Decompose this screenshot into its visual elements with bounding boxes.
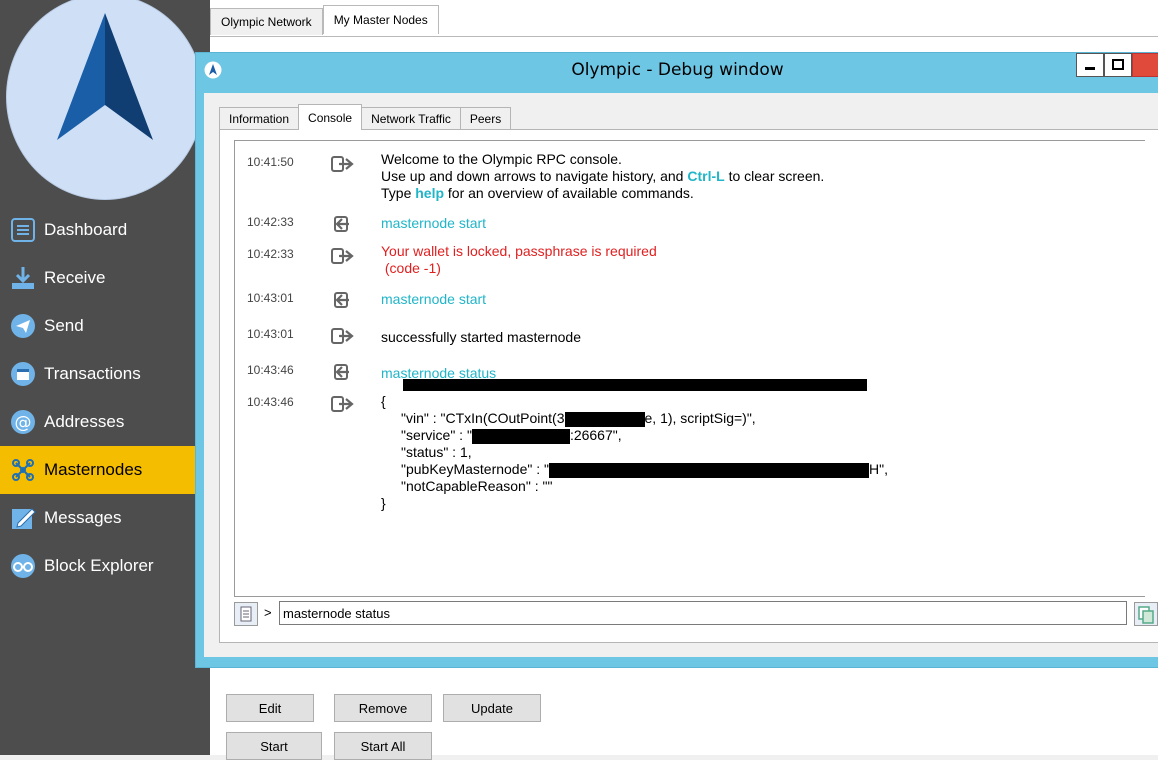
reply-arrow-icon (331, 156, 354, 172)
debug-window: Olympic - Debug window Information Conso… (195, 52, 1158, 668)
copy-icon[interactable] (1134, 602, 1158, 626)
console-output[interactable]: 10:41:50 Welcome to the Olympic RPC cons… (234, 140, 1145, 597)
sidebar-item-label: Addresses (44, 412, 125, 431)
reply-arrow-icon (331, 396, 354, 412)
entry-message: masternode start (381, 215, 487, 231)
entry-time: 10:42:33 (247, 215, 294, 229)
json-open: { (381, 393, 386, 409)
json-service: "service" : ":26667", (401, 427, 622, 444)
entry-message: { "vin" : "CTxIn(COutPoint(3 e, 1), scrip… (381, 393, 1081, 512)
redaction-bar (471, 428, 570, 444)
tab-information[interactable]: Information (219, 107, 300, 130)
sidebar-item-label: Messages (44, 508, 122, 527)
edit-button[interactable]: Edit (226, 694, 314, 722)
addresses-icon: @ (8, 407, 38, 437)
sidebar-item-label: Block Explorer (44, 556, 154, 575)
send-icon (8, 311, 38, 341)
entry-message: successfully started masternode (381, 329, 581, 345)
console-command-input[interactable] (279, 601, 1127, 625)
entry-time: 10:43:01 (247, 327, 294, 341)
masternodes-icon (8, 455, 38, 485)
dashboard-icon (8, 215, 38, 245)
sidebar: Dashboard Receive Send Transactions @ Ad… (0, 0, 210, 755)
console-input-bar: > (234, 600, 1158, 626)
sidebar-item-masternodes[interactable]: Masternodes (0, 446, 210, 494)
sidebar-item-label: Dashboard (44, 220, 128, 239)
entry-time: 10:41:50 (247, 155, 294, 169)
entry-time: 10:43:46 (247, 395, 294, 409)
sidebar-item-label: Masternodes (44, 460, 143, 479)
maximize-button[interactable] (1104, 53, 1132, 77)
transactions-icon (8, 359, 38, 389)
json-vin: "vin" : "CTxIn(COutPoint(3 e, 1), scriptS… (401, 410, 756, 427)
start-all-button[interactable]: Start All (334, 732, 432, 760)
welcome-line: Welcome to the Olympic RPC console. (381, 151, 622, 167)
start-button[interactable]: Start (226, 732, 322, 760)
receive-icon (8, 263, 38, 293)
entry-time: 10:43:01 (247, 291, 294, 305)
sidebar-item-receive[interactable]: Receive (0, 254, 210, 302)
redaction-bar (564, 411, 645, 427)
reply-arrow-icon (331, 328, 354, 344)
entry-time: 10:42:33 (247, 247, 294, 261)
clear-console-button[interactable] (234, 602, 258, 626)
json-close: } (381, 495, 386, 511)
sidebar-item-send[interactable]: Send (0, 302, 210, 350)
prompt-symbol: > (264, 605, 272, 620)
entry-time: 10:43:46 (247, 363, 294, 377)
close-button[interactable] (1132, 53, 1158, 77)
sidebar-item-label: Transactions (44, 364, 141, 383)
entry-message: Welcome to the Olympic RPC console. Use … (381, 151, 1141, 202)
update-button[interactable]: Update (443, 694, 541, 722)
console-panel: 10:41:50 Welcome to the Olympic RPC cons… (219, 129, 1158, 643)
reply-arrow-icon (331, 248, 354, 264)
sidebar-item-label: Receive (44, 268, 106, 287)
debug-titlebar[interactable]: Olympic - Debug window (196, 53, 1158, 87)
sidebar-item-dashboard[interactable]: Dashboard (0, 206, 210, 254)
remove-button[interactable]: Remove (334, 694, 432, 722)
debug-tabs: Information Console Network Traffic Peer… (219, 104, 512, 130)
sidebar-item-addresses[interactable]: @ Addresses (0, 398, 210, 446)
tab-olympic-network[interactable]: Olympic Network (210, 8, 323, 35)
debug-body: Information Console Network Traffic Peer… (204, 93, 1158, 657)
tab-network-traffic[interactable]: Network Traffic (361, 107, 461, 130)
block-explorer-icon (8, 551, 38, 581)
error-line: Your wallet is locked, passphrase is req… (381, 243, 657, 259)
error-code: (code -1) (381, 260, 441, 276)
sidebar-item-block-explorer[interactable]: Block Explorer (0, 542, 210, 590)
entry-message: masternode start (381, 291, 487, 307)
messages-icon (8, 503, 38, 533)
help-line-2: Type help for an overview of available c… (381, 185, 694, 201)
command-arrow-icon (334, 292, 349, 308)
sidebar-item-transactions[interactable]: Transactions (0, 350, 210, 398)
redaction-bar (549, 462, 869, 478)
sidebar-nav: Dashboard Receive Send Transactions @ Ad… (0, 206, 210, 590)
redaction-bar (403, 379, 867, 391)
command-arrow-icon (334, 364, 349, 380)
sidebar-item-messages[interactable]: Messages (0, 494, 210, 542)
entry-message: Your wallet is locked, passphrase is req… (381, 243, 657, 277)
json-pubkey: "pubKeyMasternode" : " H", (401, 461, 888, 478)
tab-my-master-nodes[interactable]: My Master Nodes (322, 5, 439, 34)
debug-window-title: Olympic - Debug window (571, 60, 784, 80)
tab-console[interactable]: Console (298, 104, 363, 130)
tab-peers[interactable]: Peers (459, 107, 512, 130)
olympic-logo (6, 0, 204, 200)
command-arrow-icon (334, 216, 349, 232)
json-notcapable: "notCapableReason" : "" (401, 478, 553, 494)
help-line-1: Use up and down arrows to navigate histo… (381, 168, 825, 184)
svg-text:@: @ (15, 413, 32, 433)
main-tabs: Olympic Network My Master Nodes (210, 5, 439, 36)
sidebar-item-label: Send (44, 316, 84, 335)
tab-divider (210, 36, 1158, 37)
json-status: "status" : 1, (401, 444, 472, 460)
minimize-button[interactable] (1076, 53, 1104, 77)
